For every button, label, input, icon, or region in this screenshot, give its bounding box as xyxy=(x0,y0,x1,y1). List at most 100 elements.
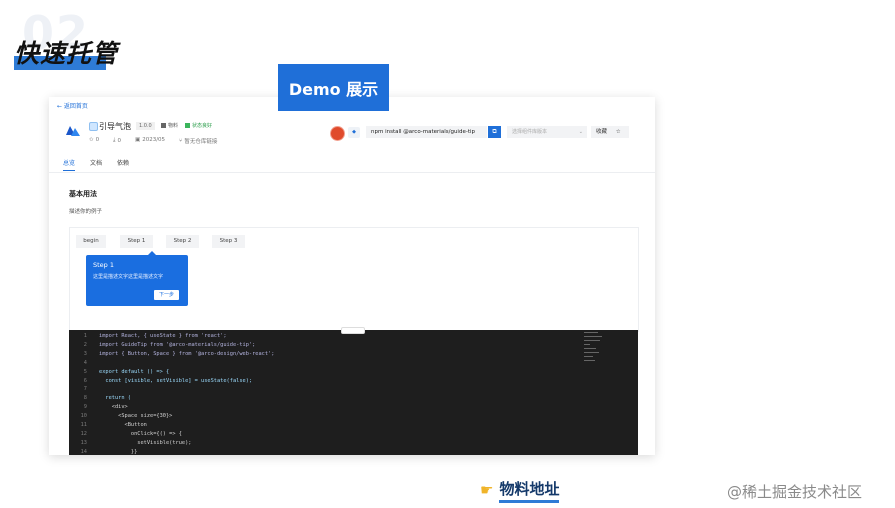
tab-overview[interactable]: 总览 xyxy=(63,158,76,171)
line-number: 8 xyxy=(83,395,87,402)
code-text: return ( xyxy=(99,395,131,402)
code-editor[interactable]: 1 import React, { useState } from 'react'… xyxy=(69,327,638,455)
business-tag: 物料 xyxy=(161,122,178,129)
star-count-value: 0 xyxy=(95,137,100,143)
tabs-divider xyxy=(49,172,655,173)
watermark: @稀土掘金技术社区 xyxy=(727,483,863,501)
line-number: 1 xyxy=(83,333,87,339)
line-number: 12 xyxy=(80,430,87,437)
tab-dependencies[interactable]: 依赖 xyxy=(117,158,129,171)
code-line: 3 import { Button, Space } from '@arco-de… xyxy=(69,350,275,359)
framework-icon[interactable]: ◆ xyxy=(348,127,360,138)
status-icon xyxy=(185,123,190,128)
version-select[interactable]: 选择组件库版本 ⌄ xyxy=(507,126,587,138)
line-number: 5 xyxy=(83,368,87,375)
code-line: 5 export default () => { xyxy=(69,368,274,377)
line-number: 3 xyxy=(83,350,87,357)
tab-bar: 总览 文档 依赖 xyxy=(63,158,129,171)
collect-button[interactable]: 收藏 ☆ xyxy=(591,126,629,138)
star-icon: ✩ xyxy=(89,137,94,143)
publish-date: ▣ 2023/05 xyxy=(135,137,165,143)
slide-title: 快速托管 xyxy=(14,39,119,68)
line-number: 11 xyxy=(80,422,87,429)
tooltip-title: Step 1 xyxy=(93,261,115,269)
code-line: 8 return ( xyxy=(69,394,274,403)
pointing-hand-icon: ☛ xyxy=(480,481,494,499)
app-screenshot-frame: ← 返回首页 引导气泡 1.0.0 物料 状态良好 ✩ 0 ⤓ 0 ▣ 2023/05… xyxy=(49,97,655,455)
code-text: import GuideTip from '@arco-materials/gu… xyxy=(99,341,256,348)
code-line: 10 <Space size={30}> xyxy=(69,412,274,421)
line-number: 13 xyxy=(80,439,87,446)
version-select-placeholder: 选择组件库版本 xyxy=(512,129,548,135)
chevron-down-icon: ⌄ xyxy=(578,129,583,135)
code-line: 1 import React, { useState } from 'react'… xyxy=(69,332,274,341)
material-icon xyxy=(161,123,166,128)
download-icon: ⤓ xyxy=(113,137,116,143)
tooltip-next-button[interactable]: 下一步 xyxy=(154,290,179,300)
branch-icon: ⑂ xyxy=(179,138,183,144)
code-line: 6 const [visible, setVisible] = useState… xyxy=(69,377,274,386)
demo-preview: begin Step 1 Step 2 Step 3 Step 1 这里是描述文… xyxy=(69,227,639,332)
code-text: <Button xyxy=(99,422,147,429)
calendar-icon: ▣ xyxy=(135,137,141,143)
line-number: 9 xyxy=(83,404,87,411)
tab-docs[interactable]: 文档 xyxy=(90,158,102,171)
code-line: 7 xyxy=(69,385,274,394)
code-text: <Space size={30}> xyxy=(99,413,173,420)
star-icon: ☆ xyxy=(615,129,621,135)
section-description: 描述你的例子 xyxy=(69,209,103,215)
code-line: 11 <Button xyxy=(69,421,274,430)
back-home-link[interactable]: ← 返回首页 xyxy=(57,101,88,110)
code-line: 14 }} xyxy=(69,448,274,455)
code-text: <div> xyxy=(99,404,128,411)
line-number: 6 xyxy=(83,377,87,384)
guide-tooltip: Step 1 这里是描述文字这里是描述文字 下一步 xyxy=(86,251,188,306)
code-minimap[interactable] xyxy=(584,332,604,372)
line-number: 2 xyxy=(83,341,87,348)
status-tag-label: 状态良好 xyxy=(192,123,213,129)
star-count: ✩ 0 xyxy=(89,137,99,143)
code-text: }} xyxy=(99,448,138,455)
code-text: export default () => { xyxy=(99,368,170,375)
code-line: 4 xyxy=(69,359,274,368)
code-text: onClick={() => { xyxy=(99,430,182,437)
arco-logo-icon xyxy=(66,126,80,136)
demo-badge: Demo 展示 xyxy=(278,64,389,111)
code-text: import { Button, Space } from '@arco-des… xyxy=(99,350,275,357)
step-2-button[interactable]: Step 2 xyxy=(166,235,199,248)
tooltip-text: 这里是描述文字这里是描述文字 xyxy=(93,274,164,280)
repo-link-label: 暂无仓库链接 xyxy=(184,139,218,145)
status-tag: 状态良好 xyxy=(185,122,212,129)
collect-label: 收藏 xyxy=(596,129,608,135)
version-badge: 1.0.0 xyxy=(136,122,155,130)
component-type-icon xyxy=(89,122,98,131)
component-name: 引导气泡 xyxy=(99,122,131,131)
resize-handle[interactable] xyxy=(341,327,365,334)
step-1-button[interactable]: Step 1 xyxy=(120,235,153,248)
npm-install-command[interactable]: npm install @arco-materials/guide-tip xyxy=(366,126,487,138)
code-text: import React, { useState } from 'react'; xyxy=(99,333,227,339)
code-lines: 1 import React, { useState } from 'react'… xyxy=(69,332,275,455)
publish-date-value: 2023/05 xyxy=(142,137,166,143)
download-count-value: 0 xyxy=(117,137,121,144)
line-number: 14 xyxy=(80,448,87,455)
code-line: 2 import GuideTip from '@arco-materials/g… xyxy=(69,341,274,350)
code-line: 13 setVisible(true); xyxy=(69,439,274,448)
business-tag-label: 物料 xyxy=(168,123,179,129)
material-link[interactable]: ☛ 物料地址 xyxy=(480,478,560,503)
line-number: 7 xyxy=(83,386,87,393)
code-text: setVisible(true); xyxy=(99,439,192,446)
step-3-button[interactable]: Step 3 xyxy=(212,235,245,248)
repo-link[interactable]: ⑂ 暂无仓库链接 xyxy=(179,137,217,145)
tooltip-arrow xyxy=(148,251,156,255)
step-begin-button[interactable]: begin xyxy=(76,235,106,248)
code-line: 12 onClick={() => { xyxy=(69,430,274,439)
material-link-text[interactable]: 物料地址 xyxy=(499,478,560,503)
section-title: 基本用法 xyxy=(69,190,97,198)
copy-button[interactable]: ⧉ xyxy=(488,126,501,138)
code-line: 9 <div> xyxy=(69,403,274,412)
code-text: const [visible, setVisible] = useState(f… xyxy=(99,377,253,384)
avatar[interactable] xyxy=(330,126,345,141)
download-count: ⤓ 0 xyxy=(113,137,121,144)
line-number: 10 xyxy=(80,413,87,420)
